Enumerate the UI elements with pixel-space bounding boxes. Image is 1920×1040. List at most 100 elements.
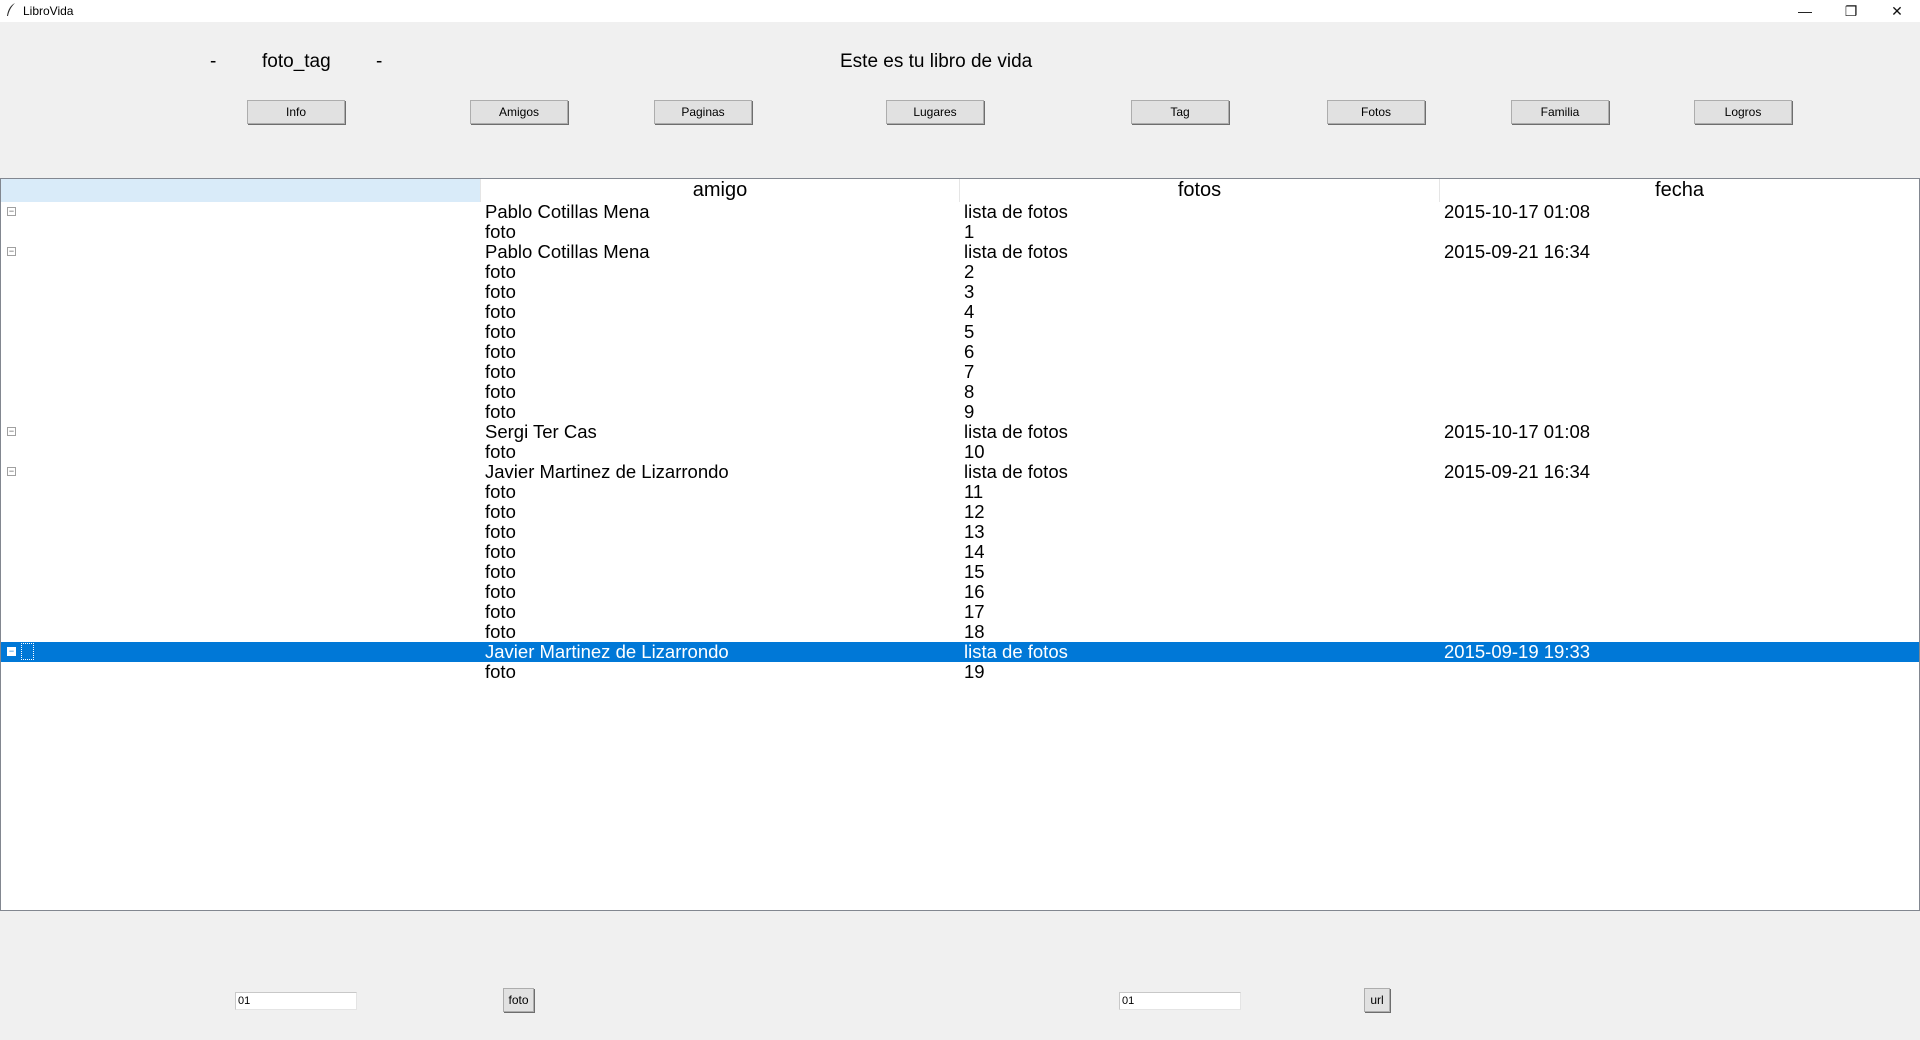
- tree-parent-row[interactable]: − Pablo Cotillas Mena lista de fotos 2015-1…: [1, 202, 1919, 222]
- fotos-cell: 11: [964, 481, 984, 502]
- fotos-cell: 4: [964, 301, 975, 322]
- window-title: LibroVida: [23, 4, 74, 18]
- tree-child-row[interactable]: foto 7: [1, 362, 1919, 382]
- tree-child-row[interactable]: foto 11: [1, 482, 1919, 502]
- fecha-column-header[interactable]: fecha: [1439, 179, 1919, 202]
- tree-parent-row[interactable]: − Pablo Cotillas Mena lista de fotos 2015-0…: [1, 242, 1919, 262]
- right-dash-label: -: [376, 51, 383, 72]
- paginas-button[interactable]: Paginas: [654, 100, 752, 124]
- amigo-cell: foto: [485, 521, 516, 542]
- tree-child-row[interactable]: foto 17: [1, 602, 1919, 622]
- amigo-cell: Javier Martinez de Lizarrondo: [485, 461, 729, 482]
- fotos-cell: 19: [964, 661, 985, 682]
- focus-indicator: [21, 643, 34, 660]
- amigo-cell: foto: [485, 261, 516, 282]
- amigo-cell: foto: [485, 221, 516, 242]
- tree-body: − Pablo Cotillas Mena lista de fotos 2015-1…: [1, 202, 1919, 682]
- amigo-cell: foto: [485, 661, 516, 682]
- amigo-cell: foto: [485, 361, 516, 382]
- tree-header: amigo fotos fecha: [1, 179, 1919, 202]
- title-bar: LibroVida — ❐ ✕: [0, 0, 1920, 22]
- fecha-cell: 2015-09-19 19:33: [1444, 641, 1591, 662]
- tree-child-row[interactable]: foto 4: [1, 302, 1919, 322]
- amigo-cell: foto: [485, 381, 516, 402]
- familia-button[interactable]: Familia: [1511, 100, 1609, 124]
- tree-child-row[interactable]: foto 2: [1, 262, 1919, 282]
- fotos-column-header[interactable]: fotos: [959, 179, 1439, 202]
- amigo-cell: Pablo Cotillas Mena: [485, 201, 650, 222]
- fotos-cell: 17: [964, 601, 985, 622]
- photos-treeview[interactable]: amigo fotos fecha − Pablo Cotillas Mena li…: [0, 178, 1920, 911]
- fotos-cell: 12: [964, 501, 985, 522]
- fotos-cell: 9: [964, 401, 975, 422]
- fecha-cell: 2015-09-21 16:34: [1444, 461, 1591, 482]
- tree-child-row[interactable]: foto 19: [1, 662, 1919, 682]
- info-button[interactable]: Info: [247, 100, 345, 124]
- amigo-cell: foto: [485, 441, 516, 462]
- tree-child-row[interactable]: foto 15: [1, 562, 1919, 582]
- amigo-column-header[interactable]: amigo: [480, 179, 959, 202]
- url-button[interactable]: url: [1364, 988, 1390, 1012]
- lugares-button[interactable]: Lugares: [886, 100, 984, 124]
- tree-child-row[interactable]: foto 10: [1, 442, 1919, 462]
- fotos-button[interactable]: Fotos: [1327, 100, 1425, 124]
- fotos-cell: lista de fotos: [964, 421, 1068, 442]
- amigo-cell: Javier Martinez de Lizarrondo: [485, 641, 729, 662]
- amigo-cell: foto: [485, 601, 516, 622]
- fotos-cell: 2: [964, 261, 975, 282]
- amigo-cell: foto: [485, 561, 516, 582]
- amigo-cell: foto: [485, 581, 516, 602]
- tree-child-row[interactable]: foto 13: [1, 522, 1919, 542]
- collapse-icon[interactable]: −: [7, 467, 16, 476]
- fotos-cell: 13: [964, 521, 985, 542]
- fotos-cell: lista de fotos: [964, 241, 1068, 262]
- foto-id-input[interactable]: [235, 992, 357, 1010]
- tree-child-row[interactable]: foto 6: [1, 342, 1919, 362]
- fotos-cell: 1: [964, 221, 975, 242]
- tree-child-row[interactable]: foto 18: [1, 622, 1919, 642]
- logros-button[interactable]: Logros: [1694, 100, 1792, 124]
- tree-child-row[interactable]: foto 8: [1, 382, 1919, 402]
- collapse-icon[interactable]: −: [7, 427, 16, 436]
- fotos-cell: 8: [964, 381, 975, 402]
- collapse-icon[interactable]: −: [7, 247, 16, 256]
- amigo-cell: foto: [485, 481, 516, 502]
- tree-child-row[interactable]: foto 5: [1, 322, 1919, 342]
- amigo-cell: foto: [485, 341, 516, 362]
- fotos-cell: 10: [964, 441, 985, 462]
- foto-button[interactable]: foto: [503, 988, 534, 1012]
- minimize-button[interactable]: —: [1782, 0, 1828, 22]
- restore-button[interactable]: ❐: [1828, 0, 1874, 22]
- tree-parent-row[interactable]: − Javier Martinez de Lizarrondo lista de f…: [1, 642, 1919, 662]
- fotos-cell: 5: [964, 321, 975, 342]
- tree-child-row[interactable]: foto 9: [1, 402, 1919, 422]
- collapse-icon[interactable]: −: [7, 207, 16, 216]
- fotos-cell: 15: [964, 561, 985, 582]
- fotos-cell: lista de fotos: [964, 641, 1068, 662]
- fotos-cell: 18: [964, 621, 985, 642]
- close-button[interactable]: ✕: [1874, 0, 1920, 22]
- tree-child-row[interactable]: foto 3: [1, 282, 1919, 302]
- tree-child-row[interactable]: foto 12: [1, 502, 1919, 522]
- amigo-cell: foto: [485, 401, 516, 422]
- fecha-cell: 2015-10-17 01:08: [1444, 421, 1591, 442]
- left-dash-label: -: [210, 51, 217, 72]
- tree-child-row[interactable]: foto 16: [1, 582, 1919, 602]
- fotos-cell: 16: [964, 581, 985, 602]
- tree-column-header[interactable]: [1, 179, 480, 202]
- tree-child-row[interactable]: foto 1: [1, 222, 1919, 242]
- amigo-cell: foto: [485, 541, 516, 562]
- amigo-cell: foto: [485, 321, 516, 342]
- amigos-button[interactable]: Amigos: [470, 100, 568, 124]
- tree-parent-row[interactable]: − Javier Martinez de Lizarrondo lista de f…: [1, 462, 1919, 482]
- amigo-cell: foto: [485, 621, 516, 642]
- tag-button[interactable]: Tag: [1131, 100, 1229, 124]
- fotos-cell: lista de fotos: [964, 461, 1068, 482]
- fotos-cell: 7: [964, 361, 975, 382]
- tree-child-row[interactable]: foto 14: [1, 542, 1919, 562]
- url-id-input[interactable]: [1119, 992, 1241, 1010]
- tree-parent-row[interactable]: − Sergi Ter Cas lista de fotos 2015-10-17 0…: [1, 422, 1919, 442]
- amigo-cell: Pablo Cotillas Mena: [485, 241, 650, 262]
- collapse-icon[interactable]: −: [7, 647, 16, 656]
- user-label: foto_tag: [262, 51, 331, 72]
